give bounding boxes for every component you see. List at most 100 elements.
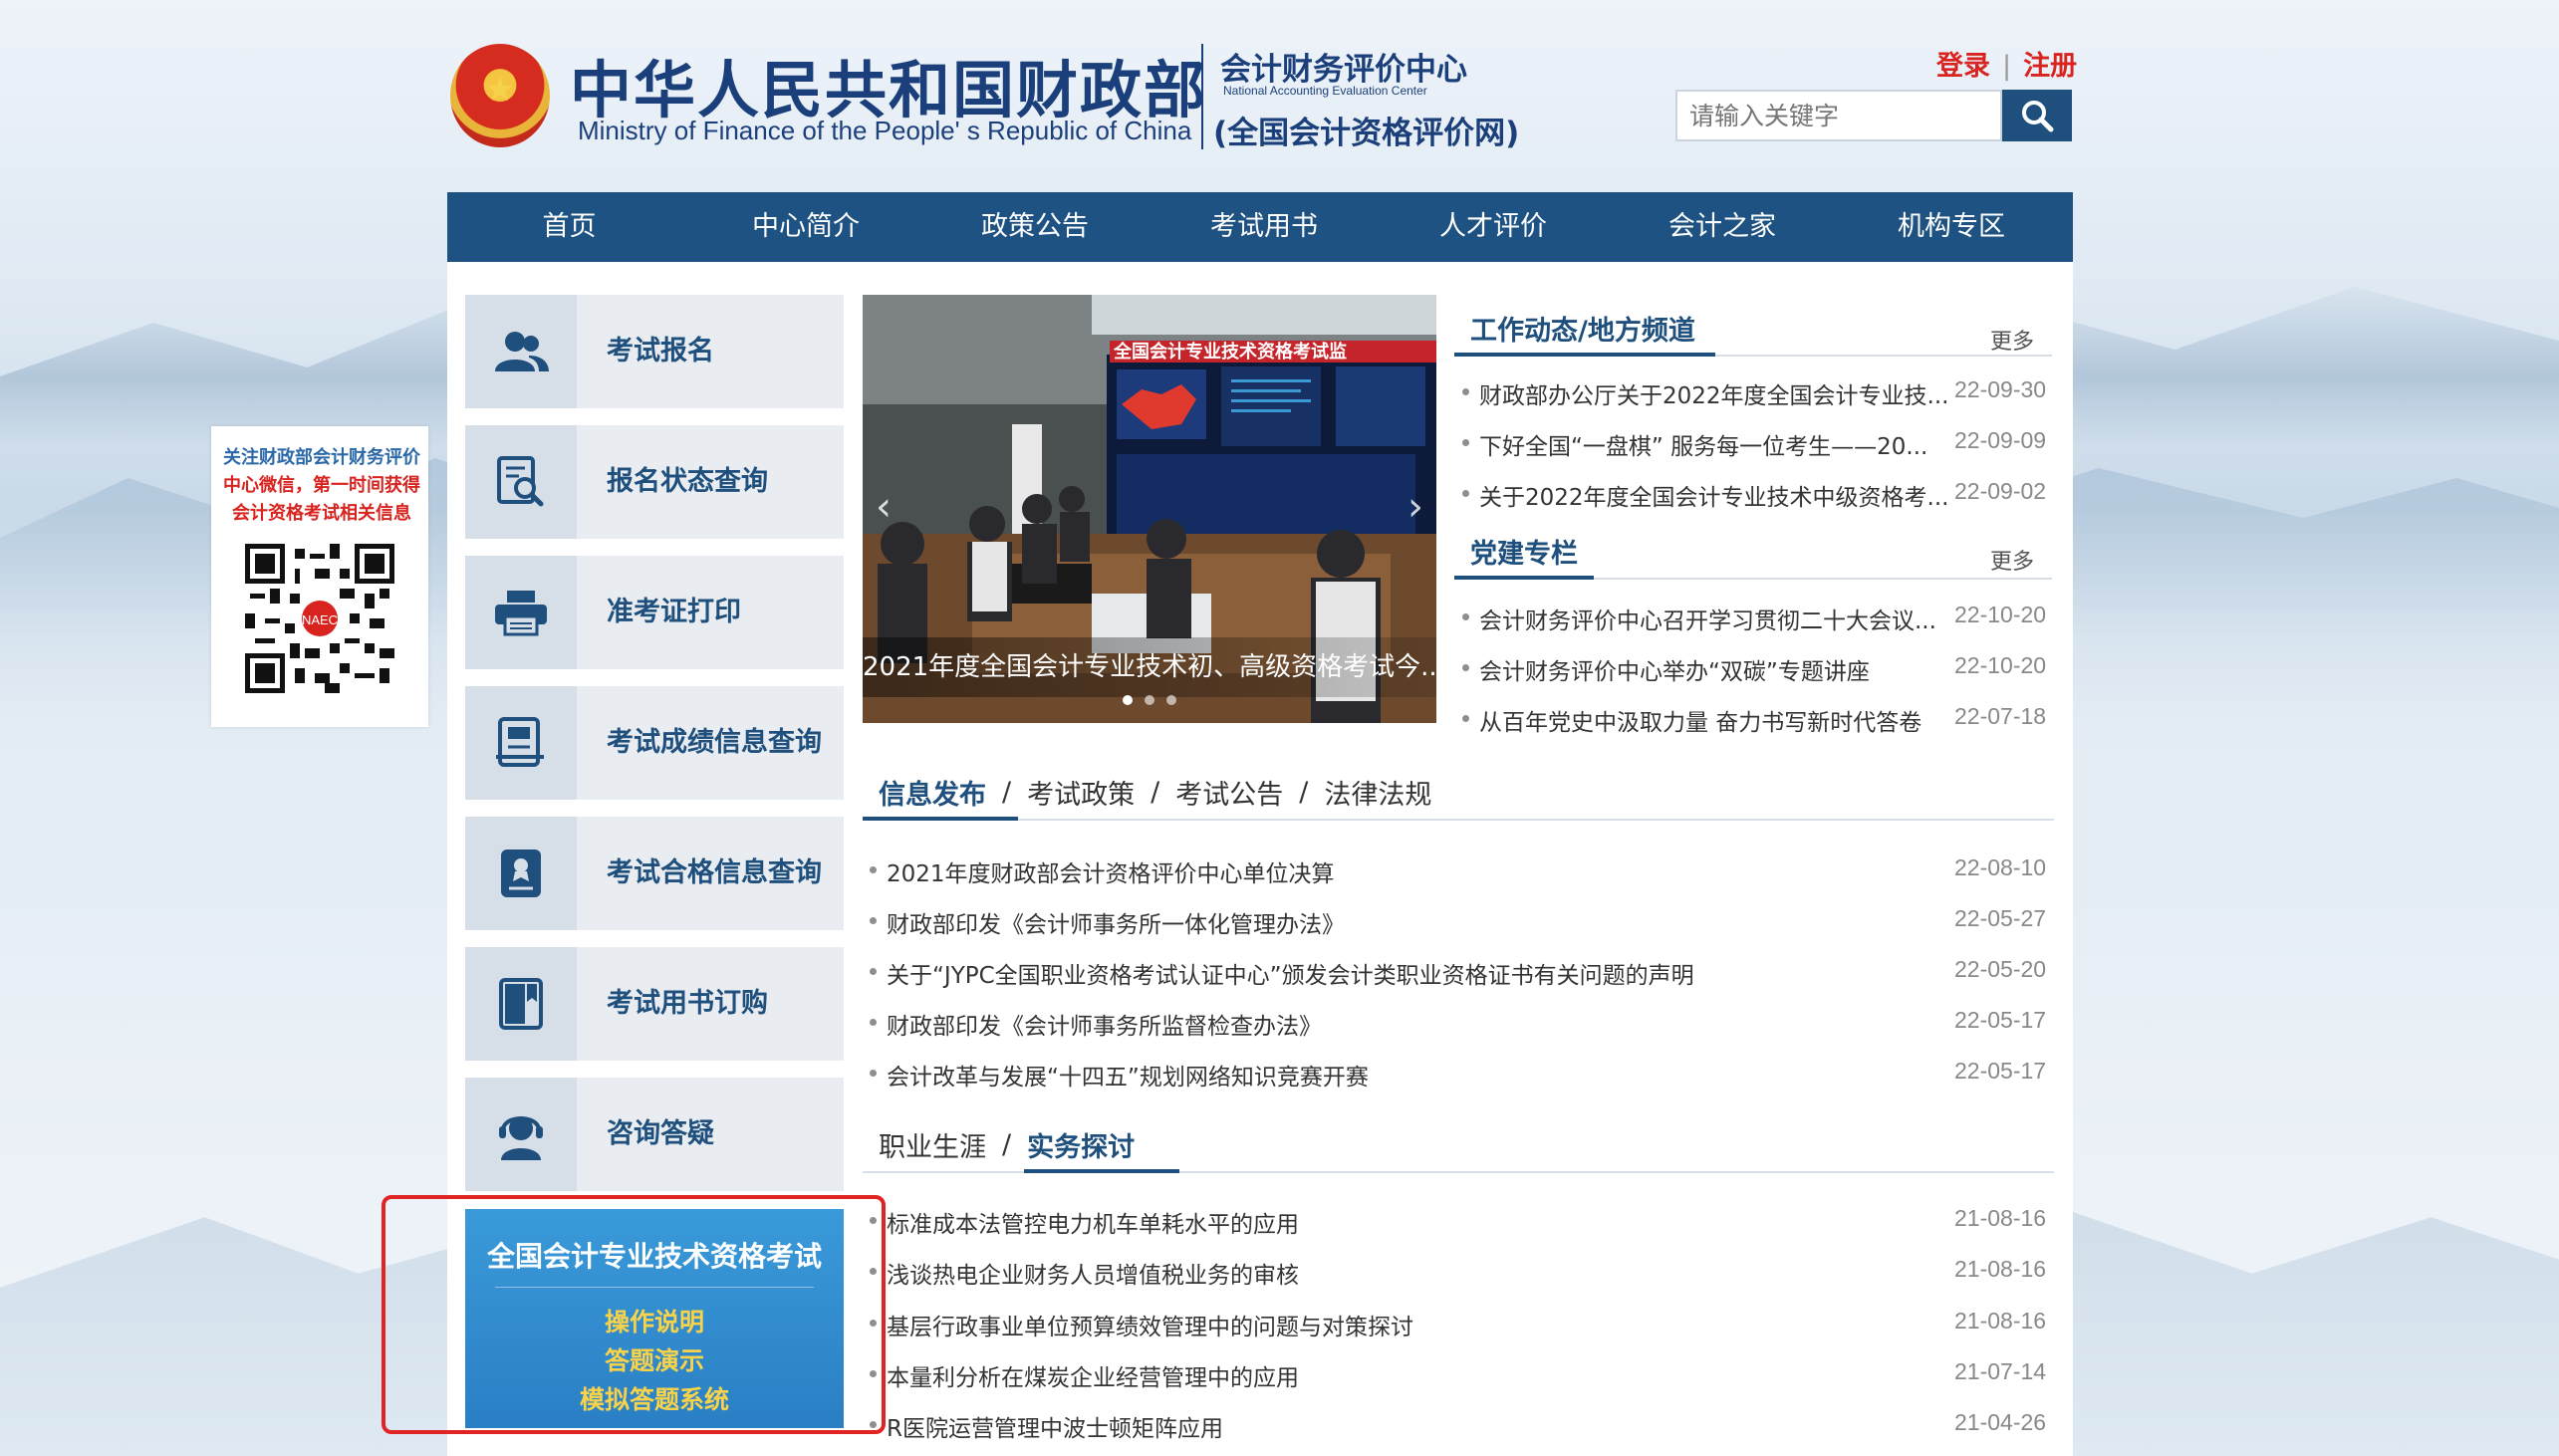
center-name-en: National Accounting Evaluation Center xyxy=(1223,84,1427,98)
news-date: 22-05-17 xyxy=(1954,1007,2047,1033)
news-item[interactable]: 财政部办公厅关于2022年度全国会计专业技... xyxy=(1461,376,1948,410)
news-item[interactable]: 本量利分析在煤炭企业经营管理中的应用 xyxy=(870,1358,1299,1392)
news-item[interactable]: 会计财务评价中心举办“双碳”专题讲座 xyxy=(1462,652,1870,686)
slide-dot[interactable] xyxy=(1166,695,1176,705)
slide-next-icon[interactable]: › xyxy=(1401,484,1430,534)
news-date: 21-07-14 xyxy=(1954,1358,2047,1384)
national-emblem-icon[interactable]: ★ xyxy=(450,44,550,147)
service-admission-ticket[interactable]: 准考证打印 xyxy=(465,556,844,669)
service-label: 准考证打印 xyxy=(607,597,741,627)
service-score-query[interactable]: 考试成绩信息查询 xyxy=(465,686,844,800)
news-item[interactable]: 财政部印发《会计师事务所监督检查办法》 xyxy=(870,1007,1322,1041)
section-active-underline xyxy=(1454,353,1715,357)
news-date: 22-05-20 xyxy=(1954,956,2047,982)
news-date: 21-08-16 xyxy=(1954,1308,2047,1334)
book-icon xyxy=(465,947,577,1061)
service-label: 报名状态查询 xyxy=(607,466,768,497)
users-icon xyxy=(465,295,577,408)
news-date: 21-08-16 xyxy=(1954,1205,2047,1231)
news-item[interactable]: 关于“JYPC全国职业资格考试认证中心”颁发会计类职业资格证书有关问题的声明 xyxy=(870,956,1694,990)
news-item[interactable]: 关于2022年度全国会计专业技术中级资格考... xyxy=(1461,478,1948,512)
news-item[interactable]: 会计改革与发展“十四五”规划网络知识竞赛开赛 xyxy=(870,1058,1369,1092)
qr-caption-line: 中心微信，第一时间获得 xyxy=(223,475,420,496)
news-item[interactable]: 浅谈热电企业财务人员增值税业务的审核 xyxy=(870,1256,1299,1290)
slide-prev-icon[interactable]: ‹ xyxy=(869,484,898,534)
section-active-underline xyxy=(863,817,1018,821)
tab-practice[interactable]: 实务探讨 xyxy=(1011,1125,1151,1164)
slide-dot[interactable] xyxy=(1123,695,1133,705)
news-item[interactable]: 会计财务评价中心召开学习贯彻二十大会议... xyxy=(1462,602,1936,635)
main-nav: 首页 中心简介 政策公告 考试用书 人才评价 会计之家 机构专区 xyxy=(447,192,2073,262)
search-button[interactable] xyxy=(2002,90,2072,141)
search-doc-icon xyxy=(465,425,577,539)
qr-code-icon[interactable]: NAEC xyxy=(245,544,394,693)
news-item[interactable]: 标准成本法管控电力机车单耗水平的应用 xyxy=(870,1205,1299,1239)
nav-item-talent[interactable]: 人才评价 xyxy=(1379,192,1608,262)
search-icon xyxy=(2022,101,2054,132)
register-link[interactable]: 注册 xyxy=(2023,51,2077,82)
work-news-title[interactable]: 工作动态/地方频道 xyxy=(1470,309,1695,348)
site-title-en: Ministry of Finance of the People' s Rep… xyxy=(578,116,1192,145)
news-date: 22-10-20 xyxy=(1954,602,2047,627)
slide-caption[interactable]: 2021年度全国会计专业技术初、高级资格考试今... xyxy=(863,637,1436,697)
news-item[interactable]: R医院运营管理中波士顿矩阵应用 xyxy=(870,1409,1223,1443)
center-name: 会计财务评价中心 xyxy=(1220,52,1467,88)
news-date: 22-09-30 xyxy=(1954,376,2047,402)
news-item[interactable]: 2021年度财政部会计资格评价中心单位决算 xyxy=(870,854,1335,888)
screen-banner-text: 全国会计专业技术资格考试监 xyxy=(1113,341,1347,363)
service-consultation[interactable]: 咨询答疑 xyxy=(465,1078,844,1191)
service-qualification-query[interactable]: 考试合格信息查询 xyxy=(465,817,844,930)
nav-item-home[interactable]: 首页 xyxy=(447,192,691,262)
service-label: 考试用书订购 xyxy=(607,988,768,1019)
qr-caption-line: 会计资格考试相关信息 xyxy=(232,503,411,524)
news-date: 22-09-09 xyxy=(1954,427,2047,453)
tab-info-release[interactable]: 信息发布 xyxy=(863,773,1002,812)
login-link[interactable]: 登录 xyxy=(1936,51,1990,82)
nav-item-accountant-home[interactable]: 会计之家 xyxy=(1608,192,1837,262)
header-divider xyxy=(1201,44,1203,149)
service-exam-registration[interactable]: 考试报名 xyxy=(465,295,844,408)
news-date: 22-10-20 xyxy=(1954,652,2047,678)
news-date: 21-04-26 xyxy=(1954,1409,2047,1435)
tab-separator: / xyxy=(1151,776,1160,808)
news-date: 22-08-10 xyxy=(1954,854,2047,880)
tab-laws[interactable]: 法律法规 xyxy=(1308,773,1447,812)
highlight-frame xyxy=(382,1195,886,1434)
news-item[interactable]: 基层行政事业单位预算绩效管理中的问题与对策探讨 xyxy=(870,1308,1413,1341)
news-item[interactable]: 财政部印发《会计师事务所一体化管理办法》 xyxy=(870,905,1345,939)
party-column-more-link[interactable]: 更多 xyxy=(1990,544,2034,576)
nav-item-policy[interactable]: 政策公告 xyxy=(920,192,1150,262)
service-label: 考试合格信息查询 xyxy=(607,857,822,888)
tab-separator: / xyxy=(1002,1128,1012,1160)
news-item[interactable]: 从百年党史中汲取力量 奋力书写新时代答卷 xyxy=(1461,703,1921,737)
tab-exam-notice[interactable]: 考试公告 xyxy=(1159,773,1299,812)
slide-dot[interactable] xyxy=(1145,695,1154,705)
news-date: 22-05-17 xyxy=(1954,1058,2047,1084)
section-active-underline xyxy=(1024,1169,1179,1173)
qr-logo-text: NAEC xyxy=(302,612,338,627)
service-book-order[interactable]: 考试用书订购 xyxy=(465,947,844,1061)
news-date: 22-07-18 xyxy=(1954,703,2047,729)
network-name: (全国会计资格评价网) xyxy=(1213,116,1520,151)
auth-separator: | xyxy=(2002,51,2012,82)
nav-item-institutions[interactable]: 机构专区 xyxy=(1837,192,2066,262)
party-column-title[interactable]: 党建专栏 xyxy=(1470,532,1578,571)
search-box xyxy=(1675,90,2002,141)
auth-links: 登录 | 注册 xyxy=(1936,44,2077,83)
service-label: 考试成绩信息查询 xyxy=(607,727,822,758)
section-underline xyxy=(863,819,2054,821)
nav-item-about[interactable]: 中心简介 xyxy=(691,192,920,262)
qr-caption-line: 关注财政部会计财务评价 xyxy=(223,447,420,468)
news-date: 22-05-27 xyxy=(1954,905,2047,931)
slide-indicators xyxy=(863,690,1436,709)
work-news-more-link[interactable]: 更多 xyxy=(1990,324,2034,356)
news-item[interactable]: 下好全国“一盘棋” 服务每一位考生——20... xyxy=(1461,427,1927,461)
section-active-underline xyxy=(1454,576,1594,580)
tab-career[interactable]: 职业生涯 xyxy=(863,1125,1002,1164)
news-slideshow[interactable]: 全国会计专业技术资格考试监 ‹ › 2021年度全国会计专业技术初、高级资格考试… xyxy=(863,295,1436,723)
practice-tabs: 职业生涯 / 实务探讨 xyxy=(863,1119,1151,1169)
tab-exam-policy[interactable]: 考试政策 xyxy=(1011,773,1151,812)
search-input[interactable] xyxy=(1677,92,2000,139)
service-registration-status[interactable]: 报名状态查询 xyxy=(465,425,844,539)
nav-item-books[interactable]: 考试用书 xyxy=(1150,192,1379,262)
